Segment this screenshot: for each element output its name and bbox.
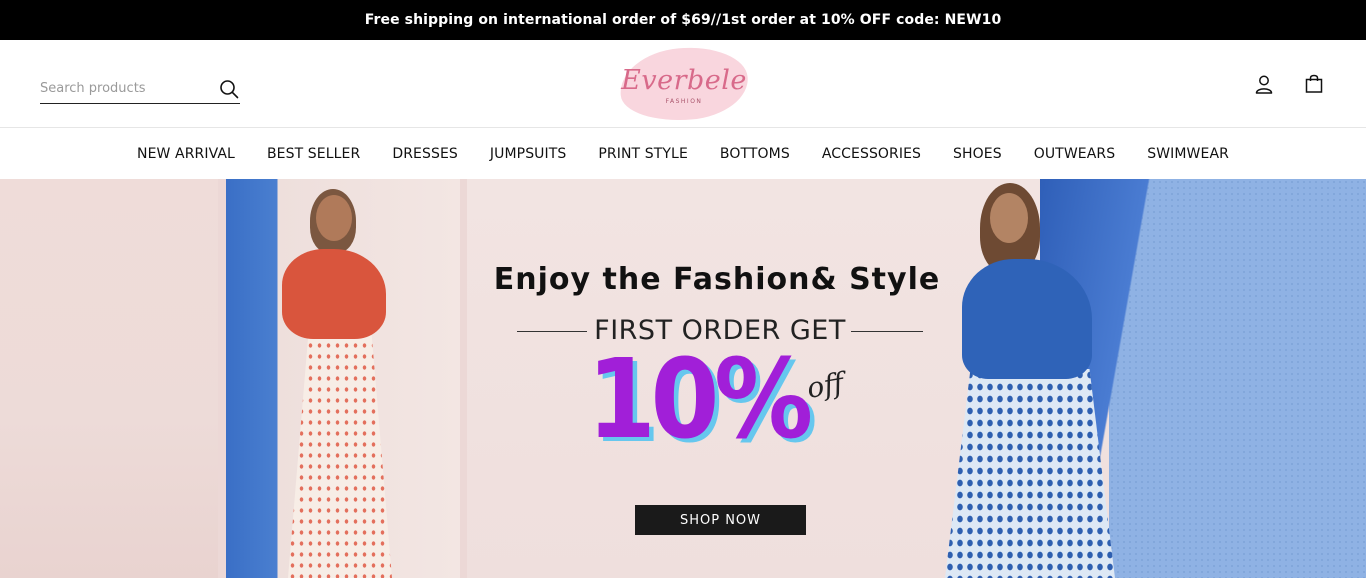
logo-text: Everbele	[621, 64, 747, 96]
model-right-face	[990, 193, 1028, 243]
site-header: Everbele FASHION	[0, 40, 1366, 128]
promo-title: Enjoy the Fashion& Style	[493, 262, 941, 297]
hero-panel-left	[0, 179, 218, 578]
model-right-top	[962, 259, 1092, 379]
model-left-shirt	[282, 249, 386, 339]
nav-item-new-arrival[interactable]: NEW ARRIVAL	[137, 146, 235, 162]
hero-banner[interactable]: Enjoy the Fashion& Style FIRST ORDER GET…	[0, 179, 1366, 578]
logo-subtext: FASHION	[665, 98, 703, 105]
shop-now-button[interactable]: SHOP NOW	[635, 505, 806, 535]
nav-item-dresses[interactable]: DRESSES	[392, 146, 458, 162]
site-logo[interactable]: Everbele FASHION	[617, 42, 751, 126]
nav-item-outwears[interactable]: OUTWEARS	[1034, 146, 1116, 162]
nav-item-jumpsuits[interactable]: JUMPSUITS	[490, 146, 567, 162]
nav-item-accessories[interactable]: ACCESSORIES	[822, 146, 921, 162]
promo-block: Enjoy the Fashion& Style FIRST ORDER GET…	[467, 179, 967, 578]
header-icons	[1252, 72, 1326, 96]
nav-item-swimwear[interactable]: SWIMWEAR	[1147, 146, 1229, 162]
promo-off-text: off	[804, 366, 847, 405]
search-bar	[40, 74, 240, 104]
model-right-skirt	[945, 369, 1115, 578]
announcement-bar: Free shipping on international order of …	[0, 0, 1366, 40]
search-icon[interactable]	[218, 78, 240, 100]
nav-item-shoes[interactable]: SHOES	[953, 146, 1002, 162]
promo-discount: 10%	[587, 335, 813, 463]
user-icon[interactable]	[1252, 72, 1276, 96]
main-nav: NEW ARRIVAL BEST SELLER DRESSES JUMPSUIT…	[0, 128, 1366, 179]
nav-item-bottoms[interactable]: BOTTOMS	[720, 146, 790, 162]
bag-icon[interactable]	[1302, 72, 1326, 96]
model-left-face	[316, 195, 352, 241]
search-input[interactable]	[40, 74, 218, 103]
announcement-text: Free shipping on international order of …	[364, 12, 1002, 28]
nav-item-print-style[interactable]: PRINT STYLE	[598, 146, 688, 162]
nav-item-best-seller[interactable]: BEST SELLER	[267, 146, 360, 162]
promo-rule-right	[851, 331, 923, 332]
